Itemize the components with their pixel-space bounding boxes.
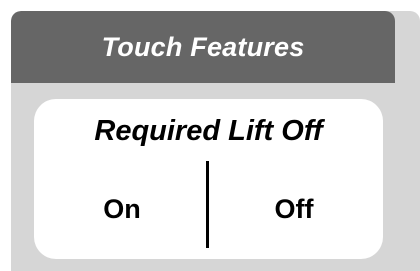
panel-header: Touch Features (11, 11, 395, 83)
touch-features-panel: Touch Features Required Lift Off On Off (11, 11, 420, 271)
required-lift-off-card: Required Lift Off On Off (34, 99, 383, 259)
off-option-button[interactable]: Off (234, 189, 354, 229)
setting-title: Required Lift Off (94, 115, 323, 147)
panel-title: Touch Features (101, 31, 305, 62)
option-divider (206, 161, 209, 248)
on-option-button[interactable]: On (62, 189, 182, 229)
